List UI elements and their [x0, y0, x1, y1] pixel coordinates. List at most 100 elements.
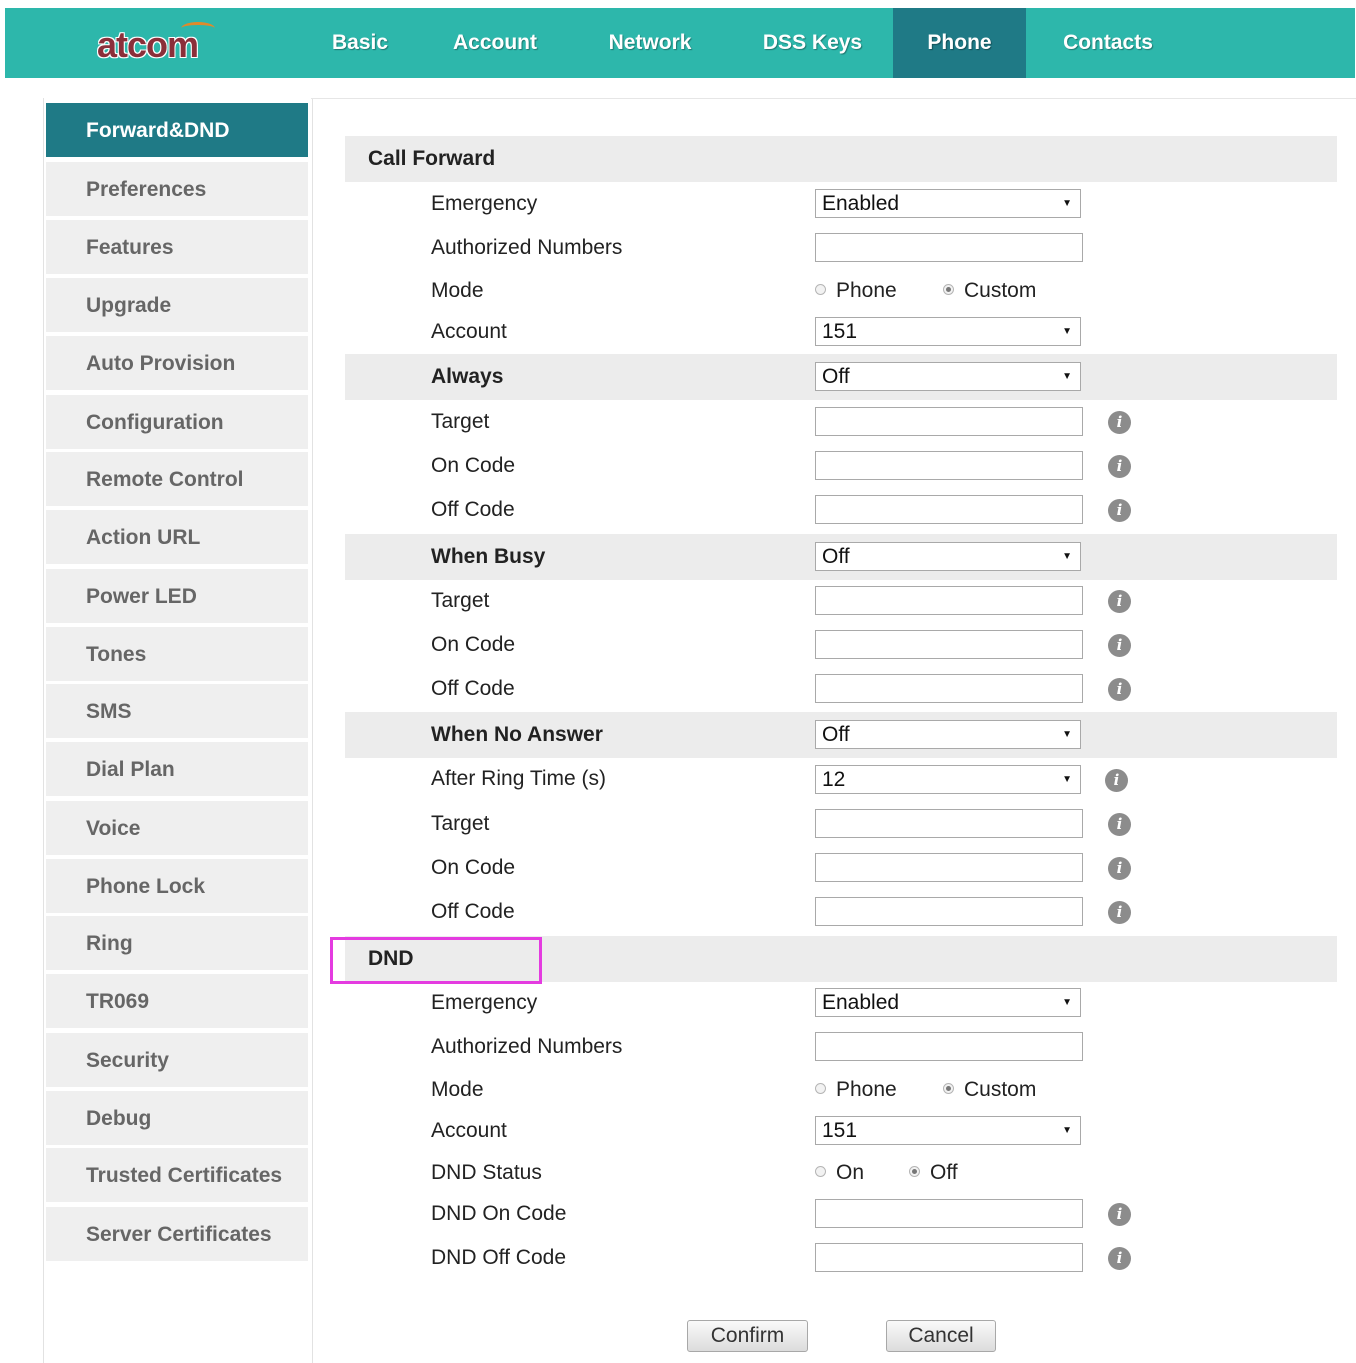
sidebar-item-debug[interactable]: Debug — [46, 1091, 308, 1147]
chevron-down-icon: ▼ — [1062, 326, 1072, 337]
sidebar-item-trusted-certificates[interactable]: Trusted Certificates — [46, 1148, 308, 1204]
info-icon[interactable]: i — [1108, 634, 1131, 657]
dnd-account-label: Account — [431, 1119, 507, 1142]
nav-tab-contacts[interactable]: Contacts — [1038, 8, 1178, 78]
no-answer-target-input[interactable] — [815, 809, 1083, 838]
sidebar-item-security[interactable]: Security — [46, 1033, 308, 1089]
cf-emergency-value: Enabled — [822, 192, 900, 215]
nav-tab-account[interactable]: Account — [430, 8, 560, 78]
sidebar-item-features[interactable]: Features — [46, 220, 308, 276]
dnd-emergency-select[interactable]: Enabled ▼ — [815, 988, 1081, 1017]
cf-account-label: Account — [431, 320, 507, 343]
always-select[interactable]: Off ▼ — [815, 362, 1081, 391]
chevron-down-icon: ▼ — [1062, 198, 1072, 209]
busy-on-code-label: On Code — [431, 633, 516, 656]
radio-label: Phone — [836, 1078, 897, 1101]
dnd-emergency-value: Enabled — [822, 991, 900, 1014]
busy-on-code-input[interactable] — [815, 630, 1083, 659]
logo-swoosh — [181, 22, 215, 35]
sidebar-item-tones[interactable]: Tones — [46, 627, 308, 683]
info-icon[interactable]: i — [1108, 499, 1131, 522]
nav-tab-phone[interactable]: Phone — [893, 8, 1026, 78]
sidebar-item-upgrade[interactable]: Upgrade — [46, 278, 308, 334]
sidebar-item-action-url[interactable]: Action URL — [46, 510, 308, 566]
nav-tab-network[interactable]: Network — [585, 8, 715, 78]
cf-emergency-select[interactable]: Enabled ▼ — [815, 189, 1081, 218]
always-on-code-input[interactable] — [815, 451, 1083, 480]
always-off-code-input[interactable] — [815, 495, 1083, 524]
call-forward-title: Call Forward — [368, 147, 496, 170]
ring-time-select[interactable]: 12 ▼ — [815, 765, 1081, 794]
cf-mode-label: Mode — [431, 279, 484, 302]
info-icon[interactable]: i — [1108, 1203, 1131, 1226]
no-answer-value: Off — [822, 723, 850, 746]
dnd-on-code-input[interactable] — [815, 1199, 1083, 1228]
ring-time-label: After Ring Time (s) — [431, 767, 607, 790]
dnd-status-radio-off[interactable]: Off — [909, 1159, 958, 1187]
dnd-mode-radio-phone[interactable]: Phone — [815, 1076, 897, 1104]
radio-dot — [815, 1082, 826, 1094]
info-icon[interactable]: i — [1108, 455, 1131, 478]
dnd-mode-radio-custom[interactable]: Custom — [943, 1076, 1036, 1104]
radio-label: Off — [930, 1161, 958, 1184]
info-icon[interactable]: i — [1108, 411, 1131, 434]
sidebar-item-server-certificates[interactable]: Server Certificates — [46, 1207, 308, 1263]
when-busy-select[interactable]: Off ▼ — [815, 542, 1081, 571]
nav-tab-basic[interactable]: Basic — [310, 8, 410, 78]
dnd-account-select[interactable]: 151 ▼ — [815, 1116, 1081, 1145]
sidebar-item-sms[interactable]: SMS — [46, 684, 308, 740]
radio-label: Phone — [836, 279, 897, 302]
info-icon[interactable]: i — [1108, 1247, 1131, 1270]
cf-mode-radio-custom[interactable]: Custom — [943, 277, 1036, 305]
always-target-input[interactable] — [815, 407, 1083, 436]
when-busy-label: When Busy — [431, 545, 546, 568]
dnd-authorized-numbers-input[interactable] — [815, 1032, 1083, 1061]
no-answer-on-code-input[interactable] — [815, 853, 1083, 882]
info-icon[interactable]: i — [1108, 901, 1131, 924]
dnd-authorized-numbers-label: Authorized Numbers — [431, 1035, 623, 1058]
cf-account-select[interactable]: 151 ▼ — [815, 317, 1081, 346]
no-answer-off-code-input[interactable] — [815, 897, 1083, 926]
always-off-code-label: Off Code — [431, 498, 515, 521]
sidebar-item-voice[interactable]: Voice — [46, 801, 308, 857]
sidebar-item-forward-dnd[interactable]: Forward&DND — [46, 103, 308, 159]
no-answer-select[interactable]: Off ▼ — [815, 720, 1081, 749]
sidebar-item-preferences[interactable]: Preferences — [46, 162, 308, 218]
info-icon[interactable]: i — [1108, 678, 1131, 701]
sidebar-item-dial-plan[interactable]: Dial Plan — [46, 742, 308, 798]
chevron-down-icon: ▼ — [1062, 997, 1072, 1008]
sidebar-item-tr069[interactable]: TR069 — [46, 974, 308, 1030]
chevron-down-icon: ▼ — [1062, 371, 1072, 382]
cf-emergency-label: Emergency — [431, 192, 538, 215]
cancel-button[interactable]: Cancel — [886, 1320, 996, 1352]
radio-label: Custom — [964, 279, 1037, 302]
confirm-button[interactable]: Confirm — [687, 1320, 808, 1352]
content-divider — [311, 98, 1356, 99]
radio-dot-selected — [943, 283, 954, 295]
dnd-account-value: 151 — [822, 1119, 858, 1142]
no-answer-target-label: Target — [431, 812, 490, 835]
busy-off-code-input[interactable] — [815, 674, 1083, 703]
sidebar-item-phone-lock[interactable]: Phone Lock — [46, 859, 308, 915]
info-icon[interactable]: i — [1105, 769, 1128, 792]
sidebar-item-ring[interactable]: Ring — [46, 916, 308, 972]
dnd-off-code-input[interactable] — [815, 1243, 1083, 1272]
always-target-label: Target — [431, 410, 490, 433]
dnd-mode-label: Mode — [431, 1078, 484, 1101]
sidebar-item-remote-control[interactable]: Remote Control — [46, 452, 308, 508]
info-icon[interactable]: i — [1108, 590, 1131, 613]
busy-target-input[interactable] — [815, 586, 1083, 615]
info-icon[interactable]: i — [1108, 813, 1131, 836]
dnd-status-radio-on[interactable]: On — [815, 1159, 864, 1187]
sidebar-item-power-led[interactable]: Power LED — [46, 569, 308, 625]
nav-tab-dss-keys[interactable]: DSS Keys — [740, 8, 885, 78]
radio-dot — [815, 283, 826, 295]
cf-mode-radio-phone[interactable]: Phone — [815, 277, 897, 305]
dnd-status-label: DND Status — [431, 1161, 542, 1184]
cf-authorized-numbers-input[interactable] — [815, 233, 1083, 262]
sidebar-item-configuration[interactable]: Configuration — [46, 395, 308, 451]
when-busy-value: Off — [822, 545, 850, 568]
radio-label: Custom — [964, 1078, 1037, 1101]
info-icon[interactable]: i — [1108, 857, 1131, 880]
sidebar-item-auto-provision[interactable]: Auto Provision — [46, 336, 308, 392]
